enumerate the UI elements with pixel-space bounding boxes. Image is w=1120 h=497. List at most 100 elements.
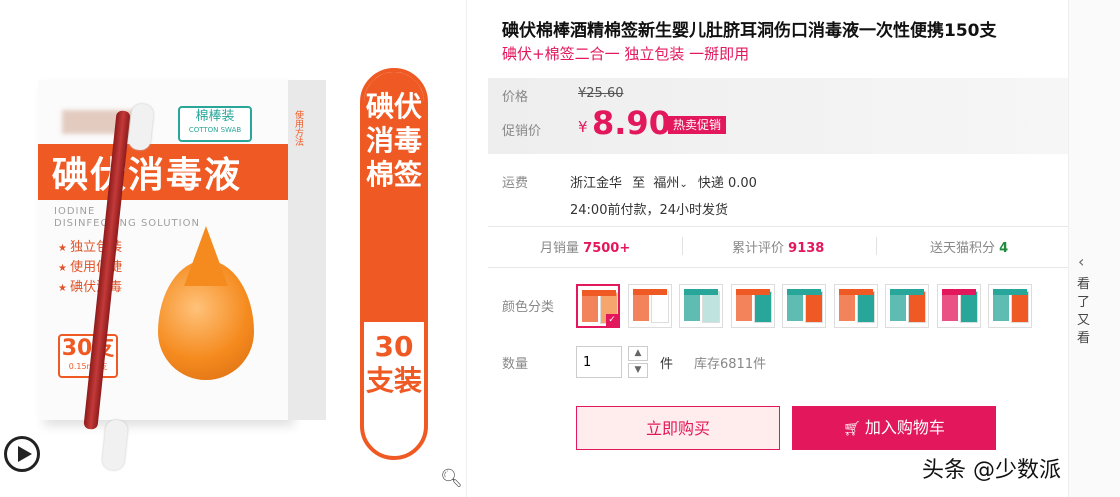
monthly-sales-value: 7500+ bbox=[583, 241, 631, 256]
play-video-icon[interactable] bbox=[4, 436, 40, 472]
swatch-thumb bbox=[959, 291, 978, 323]
stock-count: 库存6811件 bbox=[694, 357, 767, 372]
brand-tag-en: COTTON SWAB bbox=[188, 126, 242, 134]
swatch-thumb bbox=[993, 291, 1009, 321]
package-side-panel: 使用方法 bbox=[288, 80, 326, 420]
color-options-label: 颜色分类 bbox=[502, 300, 555, 315]
points-value: 4 bbox=[999, 241, 1009, 256]
product-title: 碘伏棉棒酒精棉签新生婴儿肚脐耳洞伤口消毒液一次性便携150支 bbox=[502, 21, 997, 41]
package-count-note: 0.15ml/支 bbox=[68, 362, 108, 371]
swatch-thumb bbox=[1011, 291, 1029, 323]
buy-now-button[interactable]: 立即购买 bbox=[576, 406, 780, 450]
swatch-thumb bbox=[735, 291, 752, 321]
color-swatch[interactable] bbox=[627, 284, 672, 328]
cotton-swab-tip bbox=[101, 418, 129, 472]
package-side-text: 使用方法 bbox=[293, 110, 303, 146]
add-to-cart-label: 加入购物车 bbox=[864, 418, 945, 437]
quantity-decrease-button[interactable]: ▼ bbox=[628, 363, 648, 378]
side-label-pill: 碘伏消毒棉签 30支装 bbox=[360, 68, 428, 460]
side-rail bbox=[1068, 0, 1120, 497]
swatch-strip bbox=[890, 289, 924, 295]
color-swatch[interactable] bbox=[936, 284, 981, 328]
swatch-strip bbox=[632, 289, 667, 295]
original-price: ¥25.60 bbox=[578, 86, 624, 101]
color-swatch[interactable] bbox=[782, 284, 826, 328]
quantity-input[interactable] bbox=[576, 346, 622, 378]
package-box-image: 使用方法 棉棒装 COTTON SWAB 碘伏消毒液 IODINE DISINF… bbox=[38, 80, 326, 420]
promo-badge: 热卖促销 bbox=[668, 116, 727, 134]
selected-check-icon: ✓ bbox=[606, 314, 618, 326]
chevron-left-icon[interactable]: ‹ bbox=[1078, 252, 1084, 271]
divider bbox=[682, 237, 683, 255]
swatch-strip bbox=[684, 289, 718, 295]
package-en-lines: IODINE DISINFECTING SOLUTION bbox=[54, 206, 200, 230]
price-label: 价格 bbox=[502, 90, 529, 105]
watermark-text: 头条 @少数派 bbox=[922, 458, 1061, 483]
swatch-thumb bbox=[805, 291, 823, 323]
en-line-2: DISINFECTING SOLUTION bbox=[54, 218, 200, 229]
divider bbox=[876, 237, 877, 255]
price-panel bbox=[488, 78, 1068, 154]
swatch-thumb bbox=[941, 291, 958, 321]
color-swatch[interactable] bbox=[885, 284, 929, 328]
add-to-cart-button[interactable]: 🛒︎ 加入购物车 bbox=[792, 406, 996, 450]
ship-to-city: 福州 bbox=[653, 176, 680, 191]
swatch-strip bbox=[993, 289, 1027, 295]
tmall-points: 送天猫积分 4 bbox=[930, 237, 1008, 256]
color-swatch[interactable] bbox=[833, 284, 878, 328]
monthly-sales: 月销量 7500+ bbox=[540, 237, 630, 256]
side-label-count: 30支装 bbox=[365, 330, 422, 397]
promo-price-label: 促销价 bbox=[502, 124, 542, 139]
color-swatch[interactable]: ✓ bbox=[576, 284, 620, 328]
cumulative-reviews[interactable]: 累计评价 9138 bbox=[732, 237, 824, 256]
color-swatch[interactable] bbox=[988, 284, 1032, 328]
shipping-label: 运费 bbox=[502, 176, 529, 191]
swatch-strip bbox=[582, 290, 616, 296]
reviews-value: 9138 bbox=[788, 241, 825, 256]
promo-price: 8.90 bbox=[592, 104, 671, 142]
points-label: 送天猫积分 bbox=[930, 241, 996, 256]
ship-to-city-select[interactable]: 福州⌄ bbox=[653, 176, 692, 191]
see-also-link[interactable]: 看了又看 bbox=[1077, 276, 1091, 348]
package-title: 碘伏消毒液 bbox=[52, 155, 243, 196]
side-label-text: 碘伏消毒棉签 bbox=[365, 90, 422, 191]
swatch-thumb bbox=[890, 291, 906, 321]
swatch-thumb bbox=[787, 291, 803, 321]
product-subtitle: 碘伏+棉签二合一 独立包装 一掰即用 bbox=[502, 45, 750, 63]
shipping-note: 24:00前付款，24小时发货 bbox=[570, 203, 729, 218]
brand-tag-label: 棉棒装 bbox=[195, 109, 235, 124]
quantity-increase-button[interactable]: ▲ bbox=[628, 346, 648, 361]
swatch-strip bbox=[941, 289, 976, 295]
en-line-1: IODINE bbox=[54, 206, 96, 217]
swatch-thumb bbox=[650, 291, 669, 323]
shipping-line: 浙江金华 至 福州⌄ 快递 0.00 bbox=[570, 172, 757, 191]
monthly-sales-label: 月销量 bbox=[540, 241, 580, 256]
swatch-thumb bbox=[702, 291, 720, 323]
promo-currency: ¥ bbox=[578, 118, 588, 136]
swatch-thumb bbox=[582, 292, 598, 322]
brand-tag: 棉棒装 COTTON SWAB bbox=[178, 106, 252, 142]
reviews-label: 累计评价 bbox=[732, 241, 785, 256]
product-gallery: 使用方法 棉棒装 COTTON SWAB 碘伏消毒液 IODINE DISINF… bbox=[0, 0, 467, 497]
package-count-box: 30支 0.15ml/支 bbox=[58, 334, 118, 378]
swatch-strip bbox=[838, 289, 873, 295]
color-swatch[interactable] bbox=[679, 284, 723, 328]
ship-method: 快递 0.00 bbox=[697, 176, 757, 191]
swatch-thumb bbox=[838, 291, 855, 321]
swatch-strip bbox=[787, 289, 821, 295]
swatch-thumb bbox=[632, 291, 649, 321]
cart-icon: 🛒︎ bbox=[843, 421, 861, 437]
swatch-thumb bbox=[908, 291, 926, 323]
stats-bar: 月销量 7500+ 累计评价 9138 送天猫积分 4 bbox=[488, 226, 1068, 268]
swatch-thumb bbox=[753, 291, 772, 323]
chevron-down-icon: ⌄ bbox=[679, 179, 688, 190]
quantity-label: 数量 bbox=[502, 357, 529, 372]
color-swatch[interactable] bbox=[730, 284, 775, 328]
zoom-magnifier-icon[interactable]: 🔍︎ bbox=[440, 468, 463, 489]
swatch-thumb bbox=[684, 291, 700, 321]
swatch-strip bbox=[735, 289, 770, 295]
orange-drop-graphic bbox=[158, 260, 254, 380]
quantity-unit: 件 bbox=[660, 357, 674, 372]
ship-to-word: 至 bbox=[632, 176, 646, 191]
swatch-thumb bbox=[856, 291, 875, 323]
